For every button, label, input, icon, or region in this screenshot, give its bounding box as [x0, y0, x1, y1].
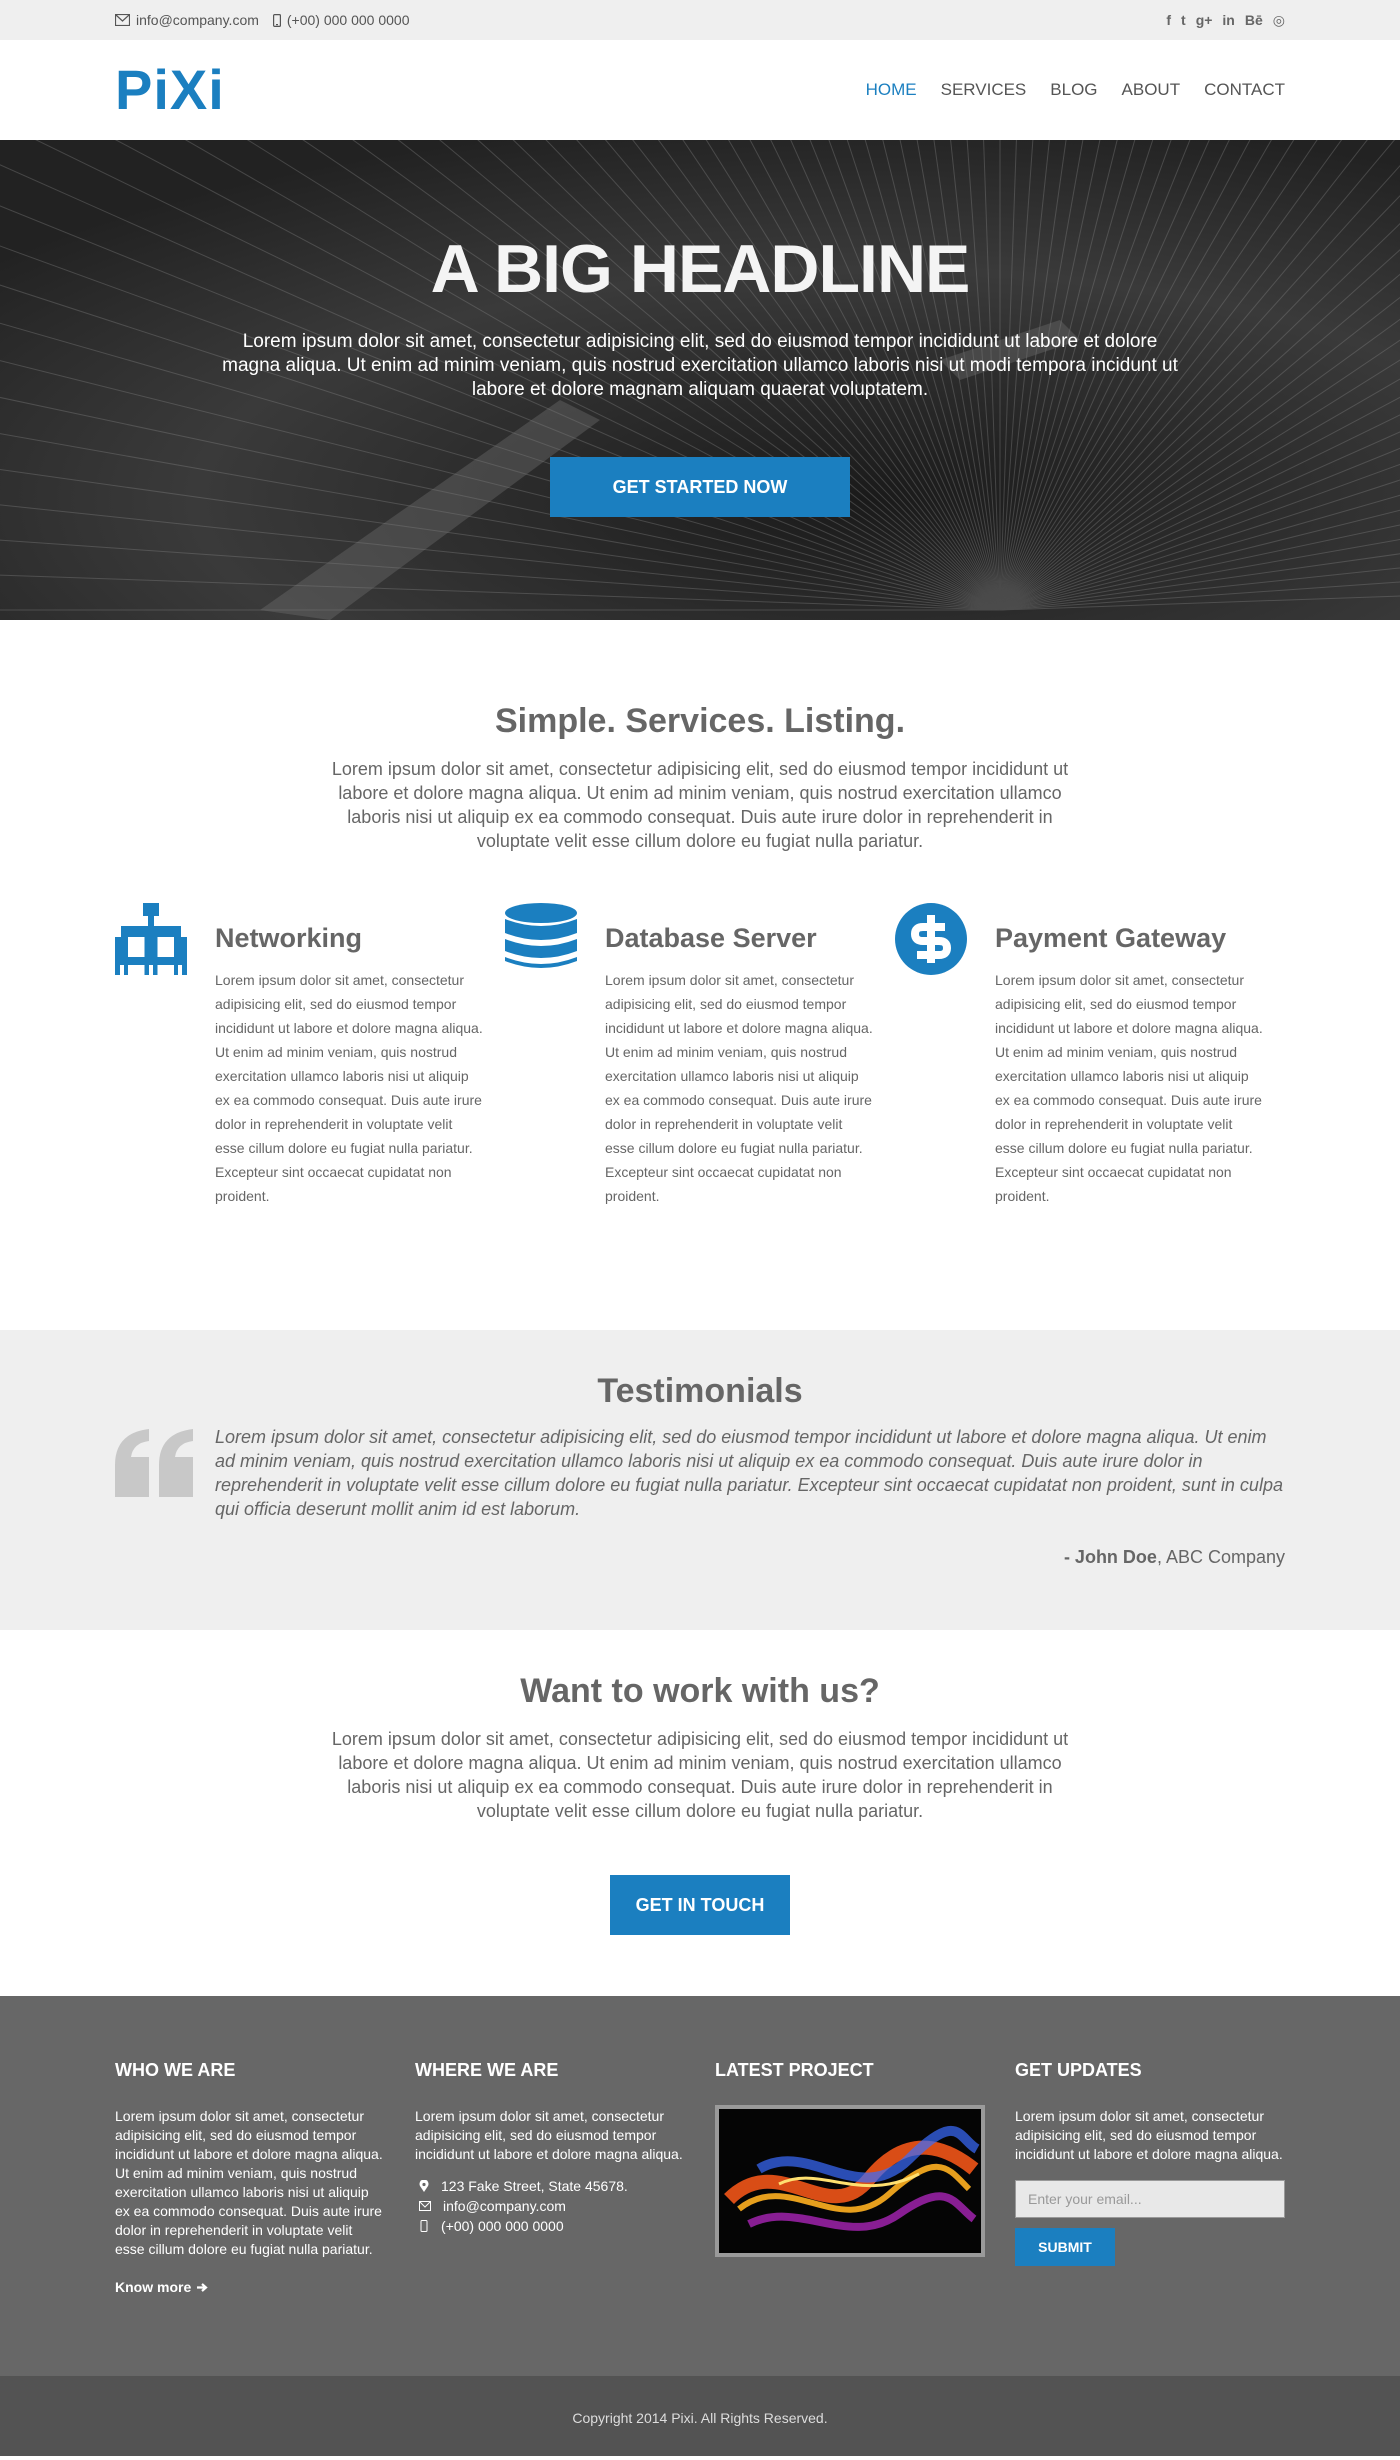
work-title: Want to work with us?	[520, 1672, 880, 1710]
footer-where-we-are: WHERE WE ARE Lorem ipsum dolor sit amet,…	[415, 2060, 685, 2295]
main-nav: HOME SERVICES BLOG ABOUT CONTACT	[866, 80, 1285, 100]
twitter-icon[interactable]: t	[1181, 12, 1186, 29]
dollar-icon	[895, 903, 967, 975]
author-name: - John Doe	[1063, 1547, 1157, 1567]
latest-project-image[interactable]	[715, 2105, 985, 2257]
quote-icon	[115, 1429, 193, 1497]
site-footer: WHO WE ARE Lorem ipsum dolor sit amet, c…	[0, 1996, 1400, 2376]
dribbble-icon[interactable]: ◎	[1273, 12, 1285, 29]
site-logo[interactable]: PiXi	[115, 62, 225, 118]
services-section: Simple. Services. Listing. Lorem ipsum d…	[0, 620, 1400, 1330]
copyright-bar: Copyright 2014 Pixi. All Rights Reserved…	[0, 2376, 1400, 2456]
footer-phone: (+00) 000 000 0000	[415, 2216, 685, 2236]
service-title: Networking	[215, 923, 363, 953]
service-item-database: Database Server Lorem ipsum dolor sit am…	[505, 903, 895, 1208]
services-list: Networking Lorem ipsum dolor sit amet, c…	[115, 903, 1285, 1208]
topbar-email-text: info@company.com	[136, 12, 259, 28]
footer-address: 123 Fake Street, State 45678.	[415, 2176, 685, 2196]
service-item-payment: Payment Gateway Lorem ipsum dolor sit am…	[895, 903, 1285, 1208]
service-text: Lorem ipsum dolor sit amet, consectetur …	[605, 972, 873, 1204]
google-plus-icon[interactable]: g+	[1196, 12, 1213, 29]
nav-blog[interactable]: BLOG	[1050, 80, 1097, 100]
social-links: f t g+ in Bē ◎	[1166, 12, 1285, 29]
work-with-us-section: Want to work with us? Lorem ipsum dolor …	[0, 1630, 1400, 1996]
service-title: Database Server	[605, 923, 817, 953]
service-text: Lorem ipsum dolor sit amet, consectetur …	[215, 972, 483, 1204]
testimonial-author: - John Doe, ABC Company	[215, 1547, 1285, 1568]
footer-heading: GET UPDATES	[1015, 2060, 1142, 2080]
get-in-touch-button[interactable]: GET IN TOUCH	[610, 1875, 790, 1935]
topbar-phone: (+00) 000 000 0000	[272, 12, 410, 28]
newsletter-email-input[interactable]	[1015, 2180, 1285, 2218]
service-text: Lorem ipsum dolor sit amet, consectetur …	[995, 972, 1263, 1204]
topbar-contact: info@company.com (+00) 000 000 0000	[115, 12, 410, 28]
fire-swirl-image	[719, 2109, 981, 2253]
database-icon	[505, 903, 577, 968]
envelope-icon	[419, 2201, 431, 2211]
know-more-label: Know more	[115, 2279, 192, 2295]
nav-about[interactable]: ABOUT	[1122, 80, 1181, 100]
nav-home[interactable]: HOME	[866, 80, 917, 100]
service-item-networking: Networking Lorem ipsum dolor sit amet, c…	[115, 903, 505, 1208]
footer-heading: WHO WE ARE	[115, 2060, 236, 2080]
footer-who-we-are: WHO WE ARE Lorem ipsum dolor sit amet, c…	[115, 2060, 385, 2295]
know-more-link[interactable]: Know more	[115, 2279, 385, 2295]
envelope-icon	[115, 14, 130, 26]
footer-heading: WHERE WE ARE	[415, 2060, 559, 2080]
author-company: , ABC Company	[1156, 1547, 1285, 1567]
email-text: info@company.com	[443, 2198, 566, 2214]
mobile-icon	[420, 2220, 428, 2232]
linkedin-icon[interactable]: in	[1222, 12, 1234, 29]
footer-text: Lorem ipsum dolor sit amet, consectetur …	[415, 2108, 683, 2162]
phone-text: (+00) 000 000 0000	[441, 2218, 564, 2234]
service-title: Payment Gateway	[995, 923, 1227, 953]
get-started-button[interactable]: GET STARTED NOW	[550, 457, 850, 517]
hero-section: A BIG HEADLINE Lorem ipsum dolor sit ame…	[0, 140, 1400, 620]
facebook-icon[interactable]: f	[1166, 12, 1171, 29]
footer-heading: LATEST PROJECT	[715, 2060, 874, 2080]
topbar-phone-text: (+00) 000 000 0000	[286, 12, 410, 28]
testimonials-title: Testimonials	[597, 1372, 803, 1410]
footer-latest-project: LATEST PROJECT	[715, 2060, 985, 2295]
testimonial-quote: Lorem ipsum dolor sit amet, consectetur …	[215, 1427, 1283, 1519]
mobile-icon	[272, 13, 281, 27]
site-header: PiXi HOME SERVICES BLOG ABOUT CONTACT	[0, 40, 1400, 140]
topbar-email[interactable]: info@company.com	[115, 12, 259, 28]
top-bar: info@company.com (+00) 000 000 0000 f t …	[0, 0, 1400, 40]
nav-contact[interactable]: CONTACT	[1204, 80, 1285, 100]
address-text: 123 Fake Street, State 45678.	[441, 2178, 628, 2194]
map-marker-icon	[419, 2180, 429, 2192]
behance-icon[interactable]: Bē	[1245, 12, 1263, 29]
footer-get-updates: GET UPDATES Lorem ipsum dolor sit amet, …	[1015, 2060, 1285, 2295]
footer-text: Lorem ipsum dolor sit amet, consectetur …	[115, 2108, 383, 2257]
footer-text: Lorem ipsum dolor sit amet, consectetur …	[1015, 2108, 1283, 2162]
submit-button[interactable]: SUBMIT	[1015, 2228, 1115, 2266]
hero-text: Lorem ipsum dolor sit amet, consectetur …	[222, 331, 1178, 400]
testimonials-section: Testimonials Lorem ipsum dolor sit amet,…	[0, 1330, 1400, 1630]
services-intro: Lorem ipsum dolor sit amet, consectetur …	[331, 759, 1069, 851]
work-text: Lorem ipsum dolor sit amet, consectetur …	[331, 1729, 1069, 1821]
footer-email[interactable]: info@company.com	[415, 2196, 685, 2216]
services-title: Simple. Services. Listing.	[494, 702, 906, 740]
hero-headline: A BIG HEADLINE	[430, 231, 971, 307]
arrow-right-icon	[197, 2282, 208, 2292]
nav-services[interactable]: SERVICES	[941, 80, 1027, 100]
copyright-text: Copyright 2014 Pixi. All Rights Reserved…	[572, 2410, 828, 2426]
sitemap-icon	[115, 903, 187, 975]
